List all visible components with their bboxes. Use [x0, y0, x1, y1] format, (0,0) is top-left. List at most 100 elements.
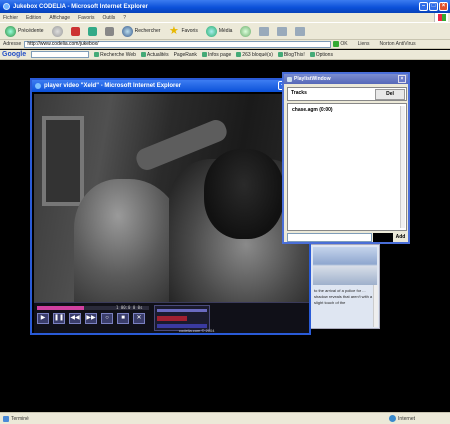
favorites-button[interactable]: ★ Favoris — [166, 24, 199, 38]
google-search-input[interactable] — [31, 51, 90, 58]
forward-button[interactable] — [50, 24, 65, 38]
ie-icon — [35, 83, 41, 89]
history-button[interactable] — [238, 24, 253, 38]
ie-icon — [3, 3, 10, 10]
search-web-icon — [94, 52, 100, 57]
go-label: OK — [340, 41, 348, 47]
seek-bar-fill — [37, 306, 85, 310]
volume-slider[interactable] — [157, 309, 207, 312]
menu-edit[interactable]: Edition — [26, 15, 41, 21]
playlist-close-button[interactable]: × — [398, 75, 406, 83]
status-text: Terminé — [11, 415, 29, 422]
search-web-label: Recherche Web — [100, 51, 136, 58]
add-button[interactable]: Add — [394, 233, 407, 242]
media-icon — [205, 25, 217, 37]
stop-icon — [70, 26, 80, 36]
track-input-dark-field[interactable] — [373, 233, 393, 242]
fullscreen-button[interactable]: ✕ — [133, 313, 145, 324]
security-zone: Internet — [389, 415, 415, 422]
video-figure-left — [74, 179, 184, 302]
google-search-web-button[interactable]: Recherche Web — [94, 52, 136, 58]
player-title: player video "Xeld" - Microsoft Internet… — [44, 83, 182, 89]
address-input[interactable]: http://www.codelia.com/jukebox/ — [24, 40, 332, 48]
edit-button[interactable] — [293, 24, 307, 38]
menu-help[interactable]: ? — [123, 15, 126, 21]
news-icon — [140, 52, 146, 57]
google-info-button[interactable]: Infos page — [201, 51, 232, 58]
address-label: Adresse — [3, 41, 22, 47]
popup-blocker-button[interactable]: 263 bloqué(s) — [236, 52, 273, 58]
track-url-input[interactable] — [287, 233, 372, 242]
refresh-button[interactable] — [86, 24, 99, 38]
player-window: player video "Xeld" - Microsoft Internet… — [30, 78, 311, 335]
close-button[interactable]: × — [439, 2, 448, 11]
pause-button[interactable]: ❚❚ — [53, 313, 65, 324]
fast-forward-button[interactable]: ▶▶ — [85, 313, 97, 324]
balance-slider[interactable] — [157, 316, 187, 321]
search-icon — [121, 25, 133, 37]
home-button[interactable] — [103, 24, 116, 38]
stop-button[interactable] — [69, 24, 82, 38]
print-button[interactable] — [275, 24, 289, 38]
news-label: Actualités — [146, 51, 169, 58]
info-label: Infos page — [207, 51, 232, 58]
timecode: 1 00:0 0 0s — [116, 305, 143, 310]
stop-button[interactable]: ■ — [117, 313, 129, 324]
menu-view[interactable]: Affichage — [49, 15, 70, 21]
side-panel-scrollbar[interactable] — [373, 285, 378, 327]
back-label: Précédente — [18, 28, 44, 34]
media-label: Média — [218, 28, 233, 34]
play-button[interactable]: ▶ — [37, 313, 49, 324]
standard-toolbar: Précédente Rechercher ★ Favoris Média — [0, 22, 450, 40]
browser-title-bar: Jukebox CODELIA - Microsoft Internet Exp… — [0, 0, 450, 13]
blogthis-icon — [277, 52, 283, 57]
video-mirror-shape — [42, 116, 84, 206]
search-button[interactable]: Rechercher — [120, 24, 163, 38]
track-list-scrollbar[interactable] — [400, 106, 405, 228]
google-news-button[interactable]: Actualités — [140, 51, 169, 58]
window-icon — [287, 76, 292, 82]
menu-file[interactable]: Fichier — [3, 15, 18, 21]
go-arrow-icon — [333, 41, 340, 47]
norton-label[interactable]: Norton AntiVirus — [380, 41, 416, 47]
forward-arrow-icon — [51, 25, 63, 37]
pagerank-label: PageRank — [173, 51, 197, 58]
menu-tools[interactable]: Outils — [102, 15, 115, 21]
favorites-label: Favoris — [181, 28, 198, 34]
player-title-bar: player video "Xeld" - Microsoft Internet… — [32, 80, 309, 92]
loop-button[interactable]: ○ — [101, 313, 113, 324]
google-toolbar: Google Recherche Web Actualités PageRank… — [0, 50, 450, 60]
page-icon — [3, 415, 9, 422]
options-icon — [309, 52, 315, 57]
track-item[interactable]: chase.agm (0:00) — [292, 107, 333, 113]
player-logo-text: codelia.com © 2004 — [179, 328, 215, 333]
browser-title: Jukebox CODELIA - Microsoft Internet Exp… — [13, 3, 148, 10]
address-bar: Adresse http://www.codelia.com/jukebox/ … — [0, 40, 450, 49]
playlist-header: Tracks Del — [287, 87, 407, 101]
menu-favorites[interactable]: Favoris — [78, 15, 94, 21]
windows-logo-icon — [434, 13, 448, 22]
minimize-button[interactable]: – — [419, 2, 428, 11]
edit-icon — [295, 26, 306, 36]
blogthis-button[interactable]: BlogThis! — [277, 52, 305, 58]
media-button[interactable]: Média — [204, 24, 235, 38]
maximize-button[interactable]: □ — [429, 2, 438, 11]
back-button[interactable]: Précédente — [3, 24, 46, 38]
star-icon: ★ — [169, 24, 179, 37]
mail-button[interactable] — [257, 24, 271, 38]
track-list: chase.agm (0:00) — [287, 103, 407, 231]
video-frame[interactable] — [34, 94, 309, 302]
rewind-button[interactable]: ◀◀ — [69, 313, 81, 324]
zone-text: Internet — [398, 415, 415, 422]
playlist-window: PlaylistWindow × Tracks Del chase.agm (0… — [282, 72, 410, 244]
player-controls: 1 00:0 0 0s ▶ ❚❚ ◀◀ ▶▶ ○ ■ ✕ codelia.com… — [34, 302, 309, 333]
go-button[interactable]: OK — [333, 41, 348, 47]
links-label[interactable]: Liens — [358, 41, 370, 47]
google-logo[interactable]: Google — [2, 51, 26, 58]
info-icon — [201, 52, 207, 57]
side-panel-text: to the arrival of a police for ... shado… — [314, 288, 373, 305]
delete-button[interactable]: Del — [375, 89, 405, 100]
google-options-button[interactable]: Options — [309, 52, 333, 58]
side-panel-image — [313, 247, 377, 285]
menu-bar: Fichier Edition Affichage Favoris Outils… — [0, 13, 450, 22]
